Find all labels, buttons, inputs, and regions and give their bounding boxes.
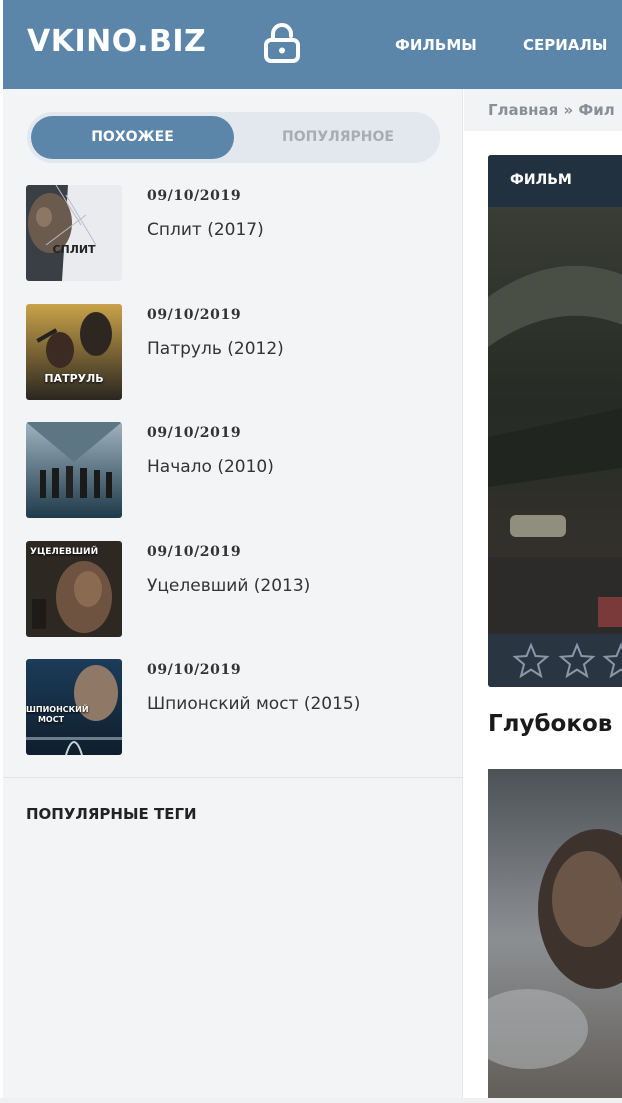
item-date: 09/10/2019 <box>147 544 242 560</box>
item-title[interactable]: Сплит (2017) <box>147 220 264 240</box>
site-header: VKINO.BIZ ФИЛЬМЫ СЕРИАЛЫ <box>3 0 622 89</box>
nav-films[interactable]: ФИЛЬМЫ <box>395 36 477 54</box>
popular-tags-heading: ПОПУЛЯРНЫЕ ТЕГИ <box>26 805 197 823</box>
unlock-icon[interactable] <box>263 22 301 64</box>
movie-poster[interactable]: СПЛИТ <box>26 185 122 281</box>
poster-caption: ПАТРУЛЬ <box>44 372 104 385</box>
item-title[interactable]: Патруль (2012) <box>147 339 284 359</box>
item-date: 09/10/2019 <box>147 425 242 441</box>
item-date: 09/10/2019 <box>147 662 242 678</box>
poster-caption: СПЛИТ <box>52 243 96 256</box>
nav-series[interactable]: СЕРИАЛЫ <box>523 36 607 54</box>
star-icon[interactable] <box>558 642 596 680</box>
tab-popular[interactable]: ПОПУЛЯРНОЕ <box>240 116 436 159</box>
page-bottom-edge <box>0 1098 622 1103</box>
list-item[interactable]: 09/10/2019 Начало (2010) <box>26 422 446 518</box>
item-title[interactable]: Начало (2010) <box>147 457 274 477</box>
movie-poster[interactable] <box>26 422 122 518</box>
movie-poster[interactable]: УЦЕЛЕВШИЙ <box>26 541 122 637</box>
divider <box>3 777 463 778</box>
breadcrumb: Главная » Фил <box>464 89 622 131</box>
site-logo[interactable]: VKINO.BIZ <box>27 24 206 59</box>
sidebar-tabs: ПОХОЖЕЕ ПОПУЛЯРНОЕ <box>27 112 440 163</box>
movie-poster[interactable]: ПАТРУЛЬ <box>26 304 122 400</box>
star-icon[interactable] <box>512 642 550 680</box>
list-item[interactable]: СПЛИТ 09/10/2019 Сплит (2017) <box>26 185 446 281</box>
breadcrumb-text[interactable]: Главная » Фил <box>488 101 615 119</box>
list-item[interactable]: ШПИОНСКИЙ МОСТ 09/10/2019 Шпионский мост… <box>26 659 446 755</box>
card-header: ФИЛЬМ <box>488 155 622 207</box>
movie-card[interactable]: ФИЛЬМ <box>488 155 622 687</box>
category-badge: ФИЛЬМ <box>510 172 572 188</box>
list-item[interactable]: УЦЕЛЕВШИЙ 09/10/2019 Уцелевший (2013) <box>26 541 446 637</box>
poster-caption: УЦЕЛЕВШИЙ <box>30 547 99 557</box>
sidebar: ПОХОЖЕЕ ПОПУЛЯРНОЕ СПЛИТ 09/10/2019 Спли… <box>3 89 463 1098</box>
tab-similar[interactable]: ПОХОЖЕЕ <box>31 116 234 159</box>
poster-caption: ШПИОНСКИЙ МОСТ <box>26 705 89 724</box>
item-title[interactable]: Уцелевший (2013) <box>147 576 310 596</box>
movie-headline[interactable]: Глубоков <box>488 711 612 737</box>
movie-still[interactable] <box>488 207 622 634</box>
star-icon[interactable] <box>602 642 622 680</box>
item-date: 09/10/2019 <box>147 307 242 323</box>
movie-poster-large[interactable] <box>468 769 622 1098</box>
item-date: 09/10/2019 <box>147 188 242 204</box>
item-title[interactable]: Шпионский мост (2015) <box>147 694 360 714</box>
list-item[interactable]: ПАТРУЛЬ 09/10/2019 Патруль (2012) <box>26 304 446 400</box>
main-content: Главная » Фил ФИЛЬМ Глубоков <box>464 89 622 1098</box>
movie-poster[interactable]: ШПИОНСКИЙ МОСТ <box>26 659 122 755</box>
rating-stars[interactable] <box>488 634 622 687</box>
